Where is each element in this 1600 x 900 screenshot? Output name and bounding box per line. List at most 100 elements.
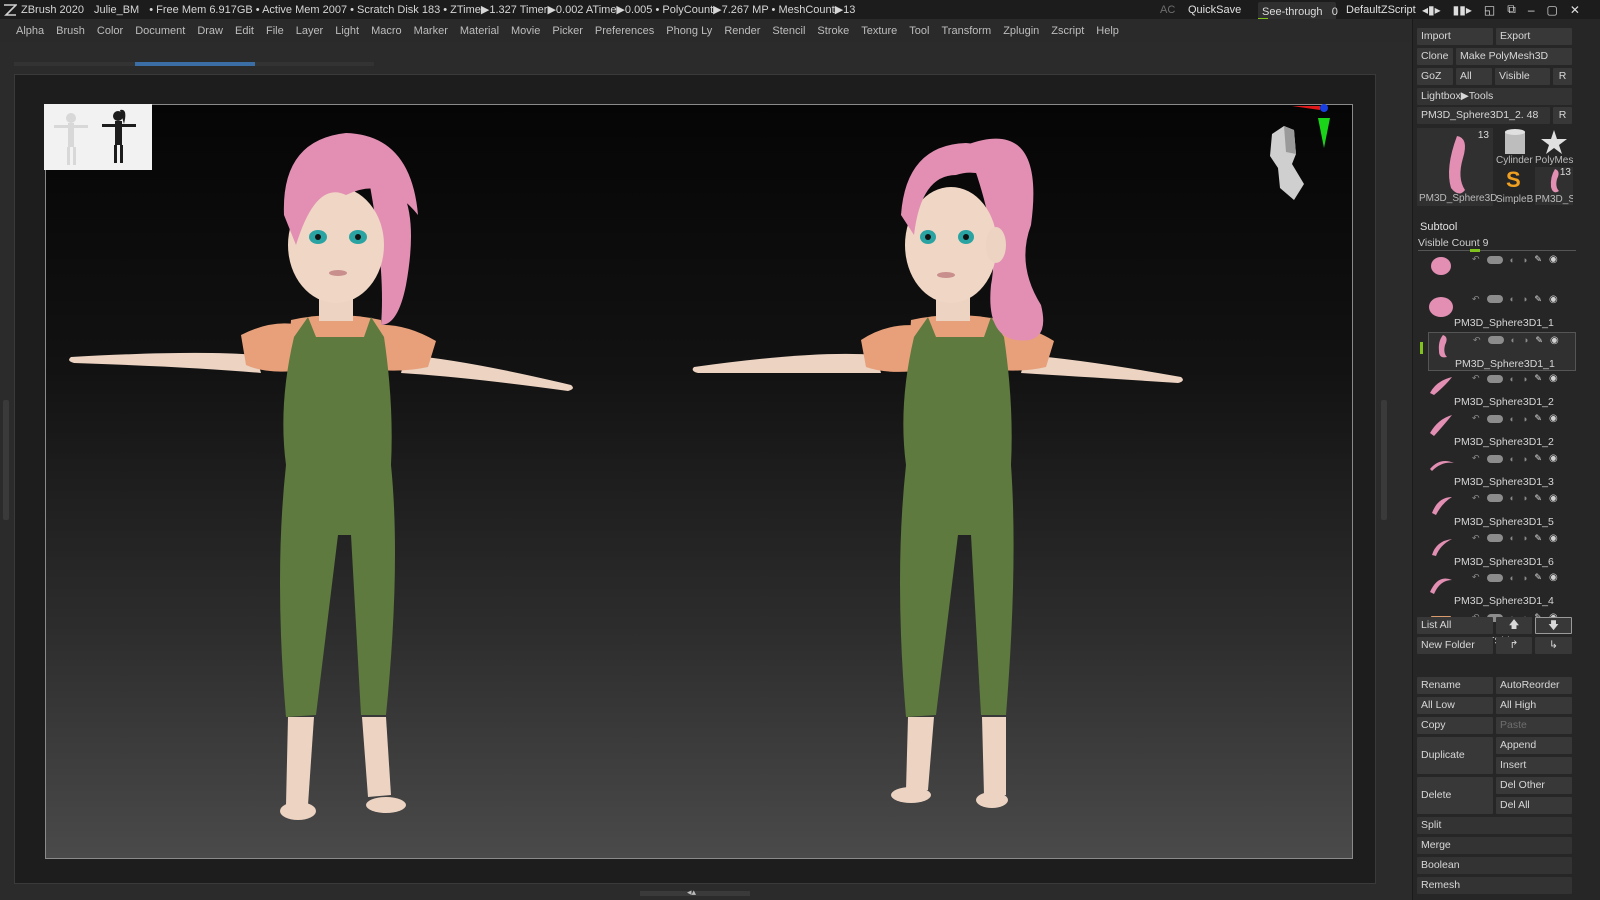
menu-zplugin[interactable]: Zplugin [1003,25,1039,37]
brush-icon[interactable]: ✎ [1534,254,1542,265]
arrow-icon[interactable]: ↶ [1473,335,1481,346]
dynamic-icon[interactable]: ◑ [1522,294,1527,304]
menu-color[interactable]: Color [97,25,123,37]
cylinder-tool-thumb[interactable]: Cylinder [1496,128,1534,166]
dynamic-icon[interactable]: ◑ [1522,493,1527,503]
menu-edit[interactable]: Edit [235,25,254,37]
import-button[interactable]: Import [1417,28,1493,45]
eye-icon[interactable]: ◉ [1550,335,1559,346]
ghost-icon[interactable]: ◐ [1510,255,1515,265]
navigation-head-gizmo[interactable] [1262,104,1342,214]
all-low-button[interactable]: All Low [1417,697,1493,714]
copy-button[interactable]: Copy [1417,717,1493,734]
eye-icon[interactable]: ◉ [1549,453,1558,464]
menu-zscript[interactable]: Zscript [1051,25,1084,37]
brush-icon[interactable]: ✎ [1534,373,1542,384]
arrow-icon[interactable]: ↶ [1472,294,1480,305]
export-button[interactable]: Export [1496,28,1572,45]
brush-icon[interactable]: ✎ [1534,533,1542,544]
menu-stroke[interactable]: Stroke [817,25,849,37]
menu-draw[interactable]: Draw [197,25,223,37]
document-tab-strip[interactable] [14,62,374,66]
menu-texture[interactable]: Texture [861,25,897,37]
eye-icon[interactable]: ◉ [1549,533,1558,544]
tool-thumb-large[interactable]: 13 PM3D_Sphere3D [1417,128,1497,206]
clone-button[interactable]: Clone [1417,48,1453,65]
menu-document[interactable]: Document [135,25,185,37]
insert-button[interactable]: Insert [1496,757,1572,774]
dynamic-icon[interactable]: ◑ [1522,573,1527,583]
menu-file[interactable]: File [266,25,284,37]
menu-stencil[interactable]: Stencil [772,25,805,37]
dynamic-icon[interactable]: ◑ [1522,533,1527,543]
arrow-icon[interactable]: ↶ [1472,373,1480,384]
del-all-button[interactable]: Del All [1496,797,1572,814]
brush-icon[interactable]: ✎ [1534,493,1542,504]
lightbox-tools-button[interactable]: Lightbox▶Tools [1417,88,1572,105]
brush-icon[interactable]: ✎ [1534,294,1542,305]
eye-icon[interactable]: ◉ [1549,413,1558,424]
ghost-icon[interactable]: ◐ [1510,294,1515,304]
goz-r-button[interactable]: R [1553,68,1572,85]
rename-button[interactable]: Rename [1417,677,1493,694]
menu-movie[interactable]: Movie [511,25,540,37]
eye-icon[interactable]: ◉ [1549,254,1558,265]
arrow-icon[interactable]: ↶ [1472,413,1480,424]
boolean-button[interactable]: Boolean [1417,857,1572,874]
subtool-row[interactable]: ↶ ◐ ◑ ✎ ◉ PM3D_Sphere3D1_1 [1428,292,1576,331]
right-tray-handle[interactable] [1381,400,1387,520]
goz-all-button[interactable]: All [1456,68,1492,85]
duplicate-button[interactable]: Duplicate [1417,737,1493,774]
subtool-row[interactable]: ↶ ◐ ◑ ✎ ◉ PM3D_Sphere3D1_3 [1428,451,1576,490]
subtool-row[interactable]: ↶ ◐ ◑ ✎ ◉ PM3D_Sphere3D1_1 [1428,331,1576,371]
dynamic-icon[interactable]: ◑ [1522,454,1527,464]
paste-button[interactable]: Paste [1496,717,1572,734]
menu-help[interactable]: Help [1096,25,1119,37]
menu-render[interactable]: Render [724,25,760,37]
eye-icon[interactable]: ◉ [1549,294,1558,305]
menu-marker[interactable]: Marker [414,25,448,37]
ghost-icon[interactable]: ◐ [1511,335,1516,345]
ghost-icon[interactable]: ◐ [1510,533,1515,543]
menu-macro[interactable]: Macro [371,25,402,37]
menus-icon[interactable]: ▮▮▸ [1453,3,1472,17]
default-zscript-button[interactable]: DefaultZScript [1346,0,1416,19]
swatch-icon[interactable]: ◱ [1484,3,1495,17]
polypaint-toggle-icon[interactable] [1486,494,1503,503]
layout-toggle-icon[interactable]: ◂▮▸ [1422,3,1441,17]
bottom-tray-handle[interactable]: ◂▴ [640,887,750,897]
arrow-icon[interactable]: ↶ [1472,493,1480,504]
brush-icon[interactable]: ✎ [1535,335,1543,346]
subtool-row[interactable]: ↶ ◐ ◑ ✎ ◉ PM3D_Sphere3D1_2 [1428,371,1576,410]
menu-phong-ly[interactable]: Phong Ly [666,25,712,37]
subtool-row[interactable]: ↶ ◐ ◑ ✎ ◉ PM3D_Sphere3D1_5 [1428,491,1576,530]
polypaint-toggle-icon[interactable] [1486,374,1503,383]
menu-picker[interactable]: Picker [552,25,583,37]
3d-canvas[interactable] [45,104,1353,859]
ghost-icon[interactable]: ◐ [1510,414,1515,424]
new-folder-button[interactable]: New Folder [1417,637,1493,654]
arrow-icon[interactable]: ↶ [1472,533,1480,544]
delete-button[interactable]: Delete [1417,777,1493,814]
polypaint-toggle-icon[interactable] [1486,454,1503,463]
split-button[interactable]: Split [1417,817,1572,834]
dynamic-icon[interactable]: ◑ [1523,335,1528,345]
remesh-button[interactable]: Remesh [1417,877,1572,894]
left-tray-handle[interactable] [3,400,9,520]
subtool-row[interactable]: ↶ ◐ ◑ ✎ ◉ PM3D_Sphere3D1_6 [1428,531,1576,570]
folder-out-button[interactable]: ↳ [1535,637,1572,654]
dynamic-icon[interactable]: ◑ [1522,414,1527,424]
brush-icon[interactable]: ✎ [1534,453,1542,464]
eye-icon[interactable]: ◉ [1549,373,1558,384]
brush-icon[interactable]: ✎ [1534,572,1542,583]
brush-icon[interactable]: ✎ [1534,413,1542,424]
ghost-icon[interactable]: ◐ [1510,454,1515,464]
move-down-button[interactable]: 🡇 [1535,617,1572,634]
arrow-icon[interactable]: ↶ [1472,572,1480,583]
dynamic-icon[interactable]: ◑ [1522,255,1527,265]
polypaint-toggle-icon[interactable] [1486,414,1503,423]
pm3d-tool-thumb[interactable]: 13 PM3D_S [1535,167,1573,205]
copy-window-icon[interactable]: ⧉ [1507,2,1516,17]
merge-button[interactable]: Merge [1417,837,1572,854]
menu-transform[interactable]: Transform [941,25,991,37]
